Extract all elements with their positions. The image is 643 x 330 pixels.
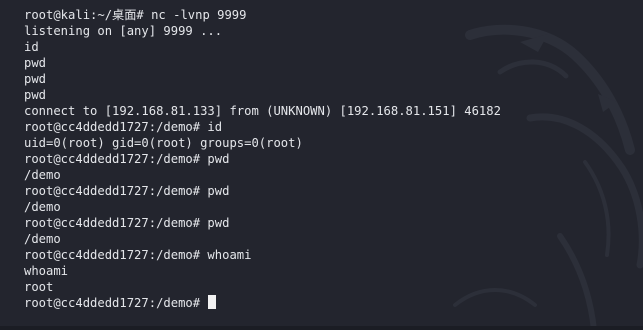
terminal-line-15: /demo bbox=[24, 232, 61, 246]
terminal-line-1: root@kali:~/桌面# nc -lvnp 9999 bbox=[24, 8, 247, 22]
terminal-bottom-edge bbox=[0, 326, 643, 330]
terminal-line-16: root@cc4ddedd1727:/demo# whoami bbox=[24, 248, 252, 262]
terminal-prompt: root@cc4ddedd1727:/demo# bbox=[24, 296, 208, 310]
terminal-line-6: pwd bbox=[24, 88, 47, 102]
terminal-line-7: connect to [192.168.81.133] from (UNKNOW… bbox=[24, 104, 501, 118]
terminal-output: root@kali:~/桌面# nc -lvnp 9999 listening o… bbox=[24, 7, 643, 311]
terminal-line-8: root@cc4ddedd1727:/demo# id bbox=[24, 120, 223, 134]
terminal-line-14: root@cc4ddedd1727:/demo# pwd bbox=[24, 216, 230, 230]
terminal-line-2: listening on [any] 9999 ... bbox=[24, 24, 223, 38]
terminal-line-11: /demo bbox=[24, 168, 61, 182]
terminal-line-5: pwd bbox=[24, 72, 47, 86]
terminal-window[interactable]: root@kali:~/桌面# nc -lvnp 9999 listening o… bbox=[0, 0, 643, 330]
terminal-prompt-line[interactable]: root@cc4ddedd1727:/demo# bbox=[24, 295, 643, 311]
terminal-line-3: id bbox=[24, 40, 39, 54]
terminal-line-12: root@cc4ddedd1727:/demo# pwd bbox=[24, 184, 230, 198]
terminal-line-18: root bbox=[24, 280, 54, 294]
terminal-line-13: /demo bbox=[24, 200, 61, 214]
terminal-line-10: root@cc4ddedd1727:/demo# pwd bbox=[24, 152, 230, 166]
cursor bbox=[208, 295, 217, 309]
terminal-line-4: pwd bbox=[24, 56, 47, 70]
terminal-line-17: whoami bbox=[24, 264, 69, 278]
terminal-line-9: uid=0(root) gid=0(root) groups=0(root) bbox=[24, 136, 303, 150]
